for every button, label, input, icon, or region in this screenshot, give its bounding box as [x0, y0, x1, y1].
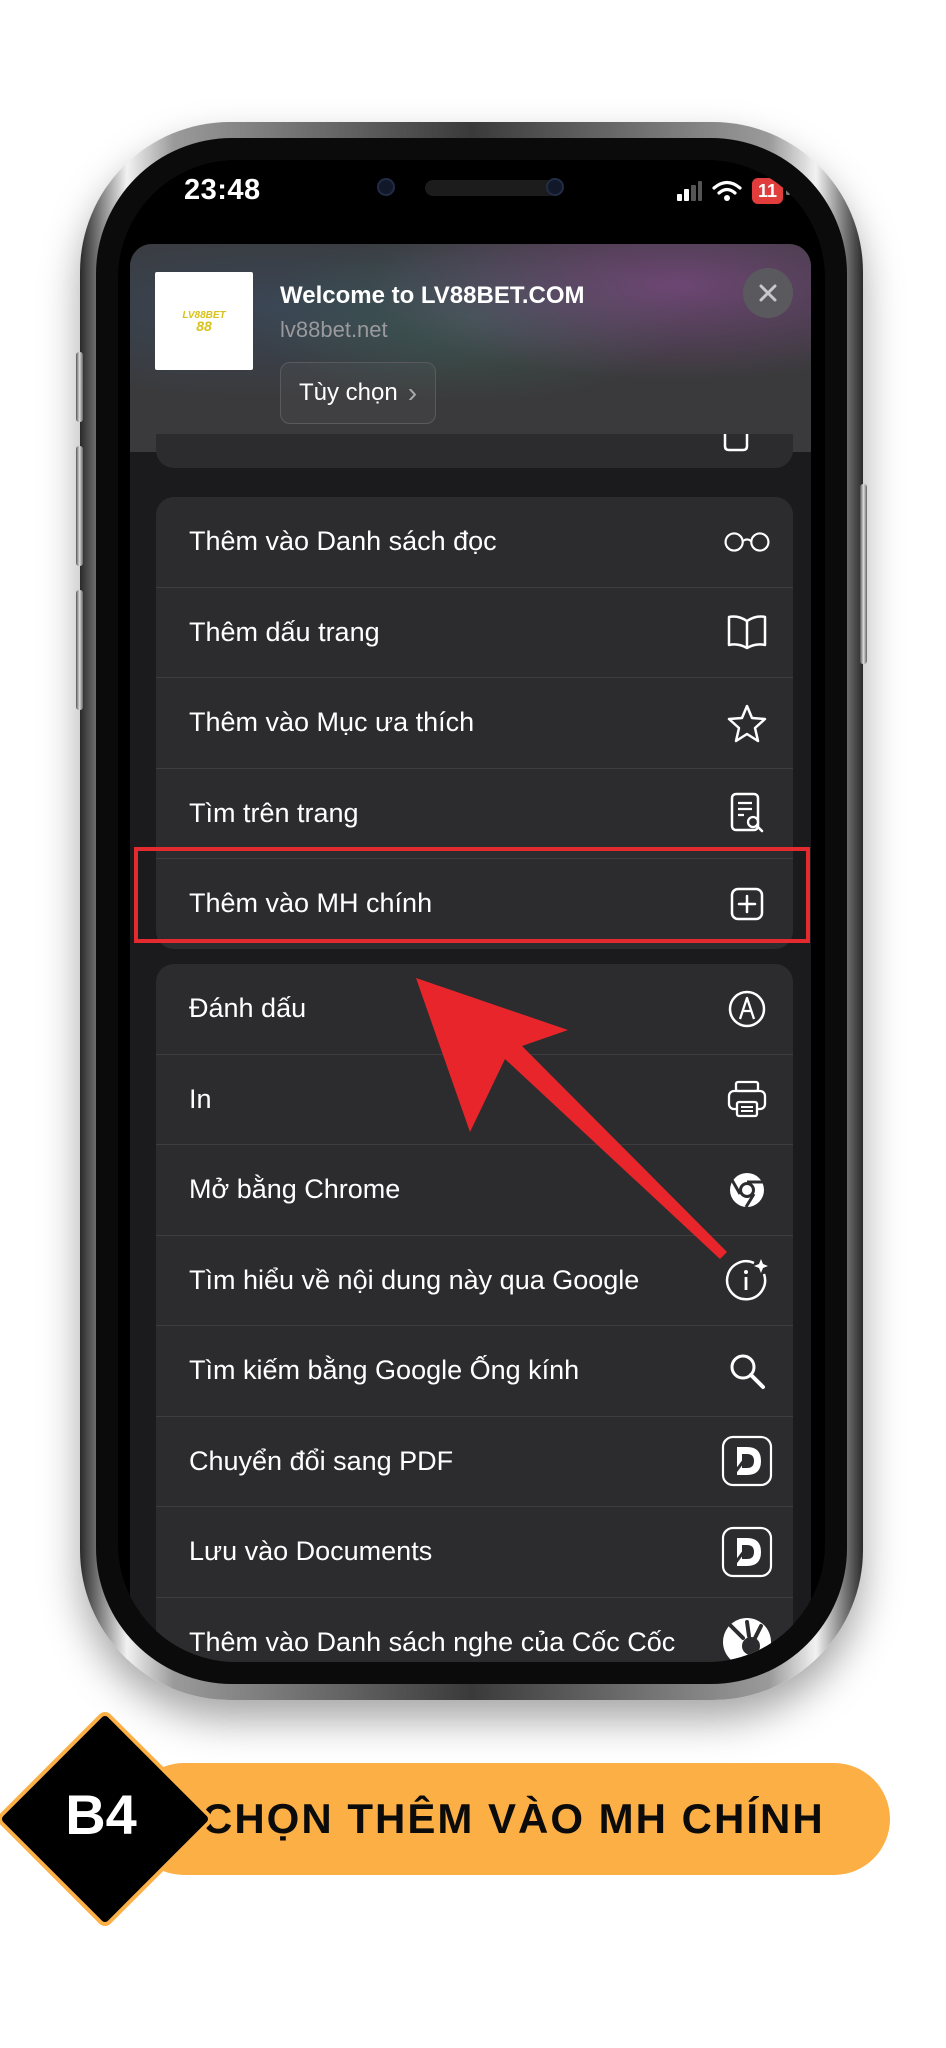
site-logo-text-2: 88 [196, 318, 212, 334]
menu-item-save-to-documents[interactable]: Lưu vào Documents [156, 1507, 793, 1598]
face-id-sensor [546, 178, 564, 196]
menu-item-add-reading-list[interactable]: Thêm vào Danh sách đọc [156, 497, 793, 588]
status-icons: 11 [676, 178, 791, 204]
star-icon [723, 699, 771, 747]
share-sheet-header: LV88BET 88 Welcome to LV88BET.COM lv88be… [130, 244, 811, 452]
menu-item-markup[interactable]: Đánh dấu [156, 964, 793, 1055]
coccoc-icon [721, 1616, 773, 1662]
volume-up-button [76, 446, 83, 566]
menu-item-label: In [189, 1083, 212, 1114]
options-button-label: Tùy chọn [299, 379, 398, 406]
step-banner-text: CHỌN THÊM VÀO MH CHÍNH [202, 1795, 825, 1842]
menu-item-learn-with-google[interactable]: Tìm hiểu về nội dung này qua Google [156, 1236, 793, 1326]
status-time: 23:48 [184, 174, 261, 206]
power-button [860, 484, 867, 664]
cellular-signal-icon [676, 181, 702, 201]
menu-item-label: Tìm kiếm bằng Google Ống kính [189, 1355, 580, 1386]
step-badge-label: B4 [65, 1783, 137, 1846]
markup-pen-icon [723, 985, 771, 1033]
book-icon [723, 608, 771, 656]
menu-item-label: Thêm vào Mục ưa thích [189, 707, 475, 738]
earpiece-speaker [425, 180, 557, 196]
site-title: Welcome to LV88BET.COM [280, 282, 585, 309]
menu-item-label: Lưu vào Documents [189, 1536, 433, 1567]
find-in-page-icon [723, 789, 771, 837]
menu-item-label: Thêm dấu trang [189, 616, 380, 647]
silent-switch [76, 352, 83, 422]
front-camera [377, 178, 395, 196]
search-icon [723, 1347, 771, 1395]
menu-item-print[interactable]: In [156, 1055, 793, 1145]
options-button[interactable]: Tùy chọn › [280, 362, 437, 424]
menu-item-label: Thêm vào Danh sách nghe của Cốc Cốc [189, 1626, 676, 1657]
menu-item-add-favorites[interactable]: Thêm vào Mục ưa thích [156, 678, 793, 769]
close-button[interactable] [743, 268, 793, 318]
previous-group-peek [156, 434, 793, 468]
menu-item-label: Chuyển đổi sang PDF [189, 1445, 454, 1476]
menu-item-coccoc-listen-list[interactable]: Thêm vào Danh sách nghe của Cốc Cốc [156, 1598, 793, 1662]
menu-item-label: Thêm vào Danh sách đọc [189, 526, 497, 557]
close-icon [759, 284, 777, 302]
documents-app-icon [721, 1526, 773, 1578]
share-sheet: LV88BET 88 Welcome to LV88BET.COM lv88be… [130, 244, 811, 1662]
battery-indicator: 11 [751, 178, 791, 204]
chevron-right-icon: › [407, 377, 418, 408]
menu-item-convert-to-pdf[interactable]: Chuyển đổi sang PDF [156, 1417, 793, 1507]
printer-icon [723, 1075, 771, 1123]
info-sparkle-icon [723, 1256, 771, 1304]
menu-item-find-on-page[interactable]: Tìm trên trang [156, 769, 793, 859]
chrome-icon [723, 1166, 771, 1214]
menu-item-label: Tìm trên trang [189, 797, 359, 828]
menu-item-add-bookmark[interactable]: Thêm dấu trang [156, 588, 793, 678]
menu-item-open-in-chrome[interactable]: Mở bằng Chrome [156, 1145, 793, 1236]
documents-app-icon [721, 1435, 773, 1487]
wifi-icon [712, 180, 742, 201]
site-thumbnail: LV88BET 88 [155, 272, 253, 370]
menu-item-google-lens-search[interactable]: Tìm kiếm bằng Google Ống kính [156, 1326, 793, 1417]
menu-item-label: Tìm hiểu về nội dung này qua Google [189, 1264, 640, 1295]
menu-item-label: Đánh dấu [189, 993, 307, 1024]
actions-group-2: Đánh dấu In Mở bằng Chrome Tìm hiểu về n… [156, 964, 793, 1662]
glasses-icon [723, 518, 771, 566]
menu-item-label: Mở bằng Chrome [189, 1174, 401, 1205]
site-url: lv88bet.net [280, 317, 388, 342]
highlight-box [134, 847, 810, 943]
partial-icon [723, 434, 749, 452]
volume-down-button [76, 590, 83, 710]
